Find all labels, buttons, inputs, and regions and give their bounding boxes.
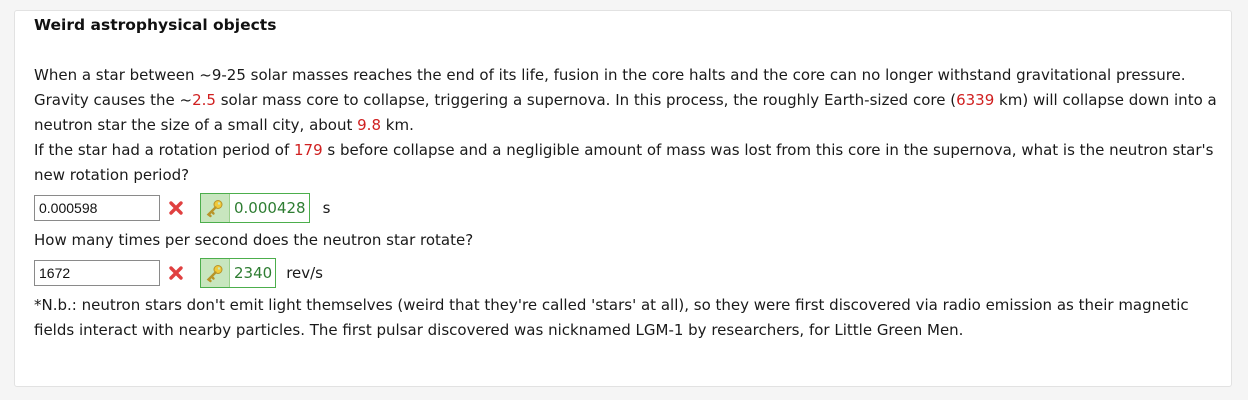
- correct-answer-value: 2340: [234, 263, 273, 282]
- unit-label: s: [322, 198, 331, 217]
- footnote-paragraph: *N.b.: neutron stars don't emit light th…: [34, 296, 1189, 339]
- x-mark-icon: [162, 260, 190, 286]
- core-size-value: 6339: [956, 91, 995, 109]
- answer-input-frequency[interactable]: [34, 260, 160, 286]
- correct-answer-value: 0.000428: [234, 198, 306, 217]
- intro-paragraph: When a star between ~9-25 solar masses r…: [34, 63, 1224, 138]
- key-icon: [201, 259, 230, 287]
- answer-input-period[interactable]: [34, 195, 160, 221]
- core-mass-value: 2.5: [192, 91, 216, 109]
- neutron-star-size-value: 9.8: [357, 116, 381, 134]
- question-card: Weird astrophysical objects When a star …: [14, 10, 1232, 387]
- correct-answer-box: 0.000428: [200, 193, 310, 223]
- card-title: Weird astrophysical objects: [34, 16, 277, 34]
- answer-row-1: 0.000428 s: [34, 192, 1224, 224]
- answer-row-2: 2340 rev/s: [34, 257, 1224, 289]
- x-mark-icon: [162, 195, 190, 221]
- question-2-text: How many times per second does the neutr…: [34, 231, 474, 249]
- correct-answer-box: 2340: [200, 258, 277, 288]
- unit-label: rev/s: [286, 263, 323, 282]
- intro-text-2: solar mass core to collapse, triggering …: [215, 91, 957, 109]
- key-icon: [201, 194, 230, 222]
- question-1-text: If the star had a rotation period of 179…: [34, 141, 1214, 184]
- intro-text-4: km.: [381, 116, 414, 134]
- question-content: When a star between ~9-25 solar masses r…: [34, 63, 1224, 343]
- rotation-period-value: 179: [294, 141, 323, 159]
